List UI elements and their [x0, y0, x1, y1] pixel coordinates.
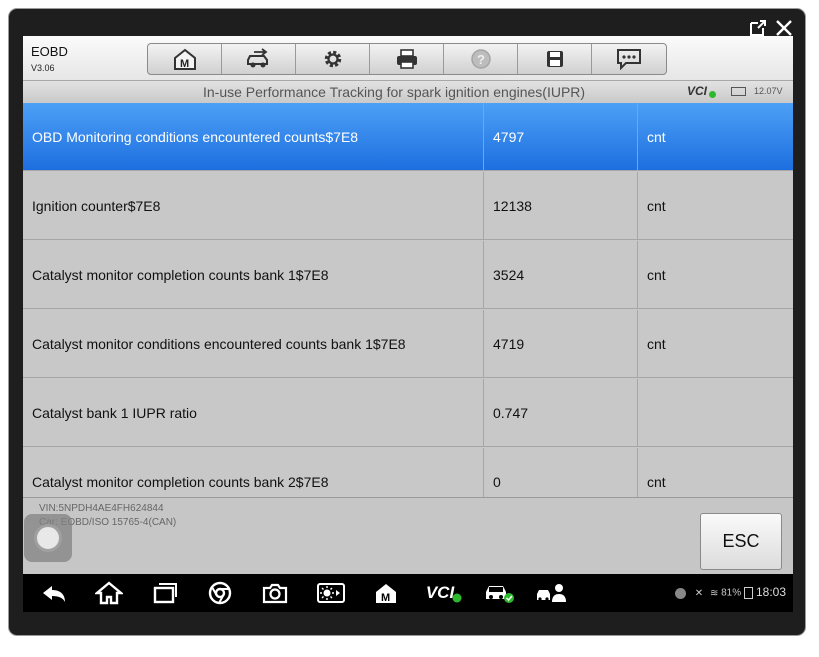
row-name: Catalyst bank 1 IUPR ratio	[32, 404, 197, 421]
toolbar: M ?	[147, 43, 667, 75]
settings-button[interactable]	[296, 44, 370, 74]
vehicle-swap-icon	[246, 48, 268, 68]
chat-icon	[617, 49, 641, 70]
row-value: 4797	[483, 103, 637, 170]
brightness-icon[interactable]	[315, 581, 347, 605]
table-row[interactable]: Catalyst bank 1 IUPR ratio 0.747	[23, 379, 793, 447]
row-name: Catalyst monitor conditions encountered …	[32, 335, 406, 352]
footer-bar: VIN:5NPDH4AE4FH624844 Car: EOBD/ISO 1576…	[23, 497, 793, 574]
assist-circle-icon	[34, 524, 62, 552]
vci-connected-icon	[709, 91, 716, 98]
row-value: 0.747	[483, 379, 637, 446]
notification-icon	[675, 587, 686, 599]
printer-icon	[396, 49, 417, 69]
battery-icon	[731, 87, 746, 96]
vci-icon[interactable]: VCI	[424, 581, 464, 605]
esc-button[interactable]: ESC	[700, 513, 782, 570]
vehicle-swap-button[interactable]	[222, 44, 296, 74]
app-name: EOBD	[31, 44, 68, 59]
save-button[interactable]	[518, 44, 592, 74]
maxisys-home-icon[interactable]: M	[372, 581, 400, 605]
remote-expert-icon[interactable]	[535, 581, 569, 605]
clock: 18:03	[756, 585, 787, 599]
app-version: V3.06	[31, 63, 55, 73]
page-title: In-use Performance Tracking for spark ig…	[203, 84, 586, 100]
table-row[interactable]: OBD Monitoring conditions encountered co…	[23, 103, 793, 171]
svg-text:M: M	[180, 58, 189, 70]
battery-level: 81%	[721, 587, 742, 599]
gear-icon	[324, 50, 341, 68]
table-row[interactable]: Catalyst monitor conditions encountered …	[23, 310, 793, 378]
wifi-icon: ≋	[709, 587, 719, 599]
row-value: 12138	[483, 172, 637, 239]
title-bar: In-use Performance Tracking for spark ig…	[23, 81, 793, 104]
row-unit: cnt	[637, 448, 793, 497]
home-icon[interactable]	[94, 581, 124, 605]
car-connect-icon[interactable]	[482, 581, 516, 605]
print-button[interactable]	[370, 44, 444, 74]
vci-nav-label: VCI	[425, 583, 455, 602]
save-icon	[546, 51, 563, 67]
mute-icon: ✕	[694, 587, 704, 599]
back-icon[interactable]	[39, 581, 69, 605]
status-icons: ✕ ≋ 81%	[675, 587, 753, 599]
app-header: EOBD V3.06 M ?	[23, 36, 793, 81]
svg-text:M: M	[381, 592, 390, 604]
row-unit: cnt	[637, 103, 793, 170]
help-icon: ?	[470, 49, 491, 69]
row-unit: cnt	[637, 310, 793, 377]
row-value: 4719	[483, 310, 637, 377]
row-name: Catalyst monitor completion counts bank …	[32, 266, 329, 283]
row-unit: cnt	[637, 172, 793, 239]
row-name: Ignition counter$7E8	[32, 197, 161, 214]
table-row[interactable]: Catalyst monitor completion counts bank …	[23, 448, 793, 497]
svg-text:?: ?	[477, 52, 485, 67]
row-unit: cnt	[637, 241, 793, 308]
row-name: Catalyst monitor completion counts bank …	[32, 473, 329, 490]
table-row[interactable]: Catalyst monitor completion counts bank …	[23, 241, 793, 309]
data-table: OBD Monitoring conditions encountered co…	[23, 103, 793, 497]
floating-assist-button[interactable]	[24, 514, 72, 562]
vci-status-label: VCI	[687, 84, 708, 98]
home-button[interactable]: M	[148, 44, 222, 74]
home-m-icon: M	[173, 48, 196, 70]
row-unit	[637, 379, 793, 446]
row-value: 0	[483, 448, 637, 497]
app-screen: EOBD V3.06 M ? In-use Performance Tracki…	[23, 36, 793, 574]
android-nav-bar: M VCI ✕ ≋ 81% 18:03	[23, 574, 793, 612]
row-name: OBD Monitoring conditions encountered co…	[32, 128, 359, 145]
help-button[interactable]: ?	[444, 44, 518, 74]
chrome-icon[interactable]	[205, 581, 235, 605]
vin-text: VIN:5NPDH4AE4FH624844	[39, 503, 164, 514]
message-button[interactable]	[592, 44, 666, 74]
recent-apps-icon[interactable]	[150, 581, 180, 605]
charging-icon	[743, 587, 753, 599]
voltage-readout: 12.07V	[754, 86, 783, 96]
camera-icon[interactable]	[260, 581, 290, 605]
row-value: 3524	[483, 241, 637, 308]
table-row[interactable]: Ignition counter$7E8 12138 cnt	[23, 172, 793, 240]
